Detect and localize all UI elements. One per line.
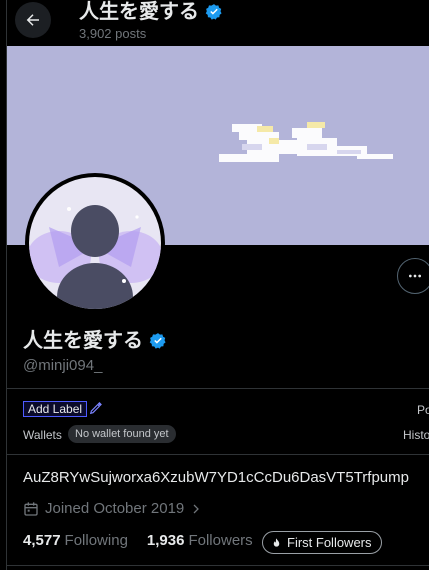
following-link[interactable]: 4,577 Following (23, 532, 128, 549)
avatar-artwork (29, 177, 161, 309)
back-button[interactable] (15, 2, 51, 38)
display-name: 人生を愛する (23, 328, 167, 354)
following-count: 4,577 (23, 532, 61, 549)
followers-link[interactable]: 1,936 Followers (147, 532, 253, 549)
first-followers-label: First Followers (287, 535, 372, 550)
verified-badge-icon (149, 333, 166, 349)
avatar-image (29, 177, 161, 309)
verified-badge-icon (205, 4, 222, 20)
no-wallet-badge: No wallet found yet (68, 425, 176, 443)
divider (7, 454, 429, 455)
right-truncated-text-1: Po (417, 403, 429, 417)
header-title-text: 人生を愛する (79, 1, 199, 23)
right-truncated-text-2: Histo (403, 428, 429, 442)
following-label: Following (64, 532, 128, 549)
chevron-right-icon[interactable] (190, 502, 202, 516)
wallets-label: Wallets (23, 428, 62, 442)
posts-count: 3,902 posts (79, 26, 147, 41)
profile-avatar[interactable] (25, 173, 165, 313)
calendar-icon (24, 501, 38, 516)
header-title: 人生を愛する (79, 0, 223, 24)
flame-icon (273, 537, 280, 547)
add-label-button[interactable]: Add Label (23, 401, 88, 417)
joined-date: Joined October 2019 (23, 500, 202, 517)
followers-label: Followers (188, 532, 253, 549)
divider (7, 388, 429, 389)
pencil-icon[interactable] (89, 401, 103, 415)
back-arrow-icon (26, 14, 39, 26)
display-name-text: 人生を愛する (23, 330, 143, 352)
joined-text: Joined October 2019 (45, 500, 185, 517)
bio: AuZ8RYwSujworxa6XzubW7YD1cCcDu6DasVT5Trf… (23, 469, 409, 486)
first-followers-button[interactable]: First Followers (262, 531, 382, 554)
followers-count: 1,936 (146, 532, 185, 549)
handle: @minji094_ (23, 357, 103, 374)
follow-stats: 4,577 Following 1,936 Followers (23, 532, 253, 549)
divider (7, 565, 429, 566)
more-icon (409, 274, 421, 278)
more-options-button[interactable] (397, 258, 429, 294)
